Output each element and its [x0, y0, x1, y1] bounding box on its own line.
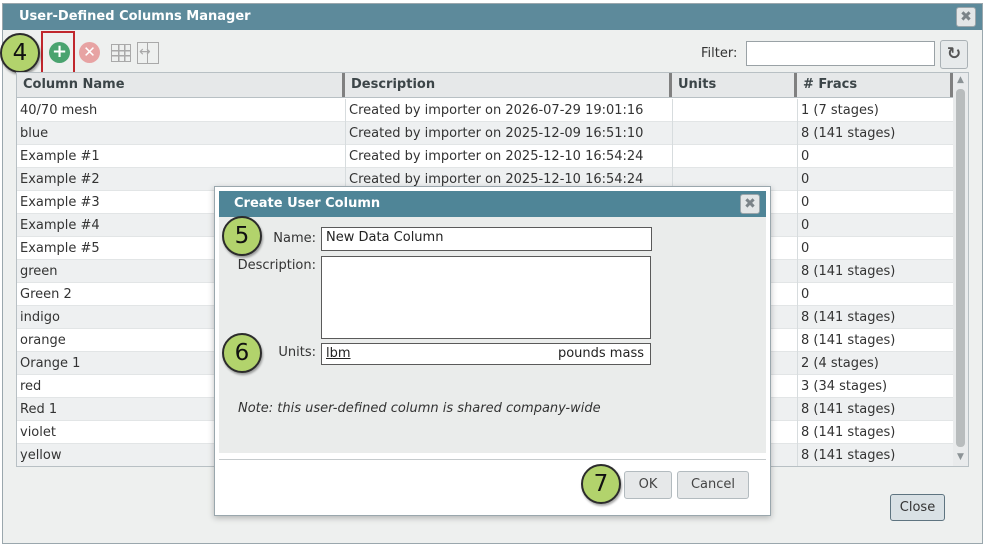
ok-button[interactable]: OK: [624, 471, 672, 499]
cell-fracs: 0: [797, 191, 953, 214]
shared-note: Note: this user-defined column is shared…: [238, 401, 601, 416]
cell-fracs: 0: [797, 283, 953, 306]
cell-units: [672, 145, 797, 168]
highlight-box: [41, 31, 75, 78]
cell-column-name: blue: [20, 126, 49, 141]
window-title: User-Defined Columns Manager: [3, 4, 982, 30]
name-field[interactable]: New Data Column: [321, 227, 652, 251]
cell-column-name: 40/70 mesh: [20, 103, 98, 118]
delete-icon: ✕: [79, 42, 100, 63]
cell-fracs: 8 (141 stages): [797, 421, 953, 444]
create-user-column-dialog: Create User Column ✖ Name: New Data Colu…: [214, 186, 771, 516]
units-description: pounds mass: [557, 346, 644, 361]
scroll-thumb[interactable]: [956, 89, 965, 447]
units-value: lbm: [326, 346, 351, 361]
fit-columns-button[interactable]: [134, 36, 162, 66]
callout-6: 6: [222, 333, 262, 373]
refresh-icon: ↻: [946, 44, 962, 64]
delete-column-button[interactable]: ✕: [74, 36, 102, 66]
description-label: Description:: [237, 258, 316, 273]
dialog-separator: [219, 459, 766, 460]
cell-fracs: 0: [797, 168, 953, 191]
cell-description: Created by importer on 2025-12-10 16:54:…: [345, 145, 672, 168]
cell-fracs: 8 (141 stages): [797, 260, 953, 283]
grid-view-button[interactable]: [107, 36, 135, 66]
table-row[interactable]: blue Created by importer on 2025-12-09 16…: [17, 122, 953, 145]
dialog-body: Name: New Data Column Description: Units…: [219, 217, 766, 453]
cell-fracs: 8 (141 stages): [797, 306, 953, 329]
cell-fracs: 0: [797, 214, 953, 237]
scroll-down-icon[interactable]: ▼: [955, 452, 966, 464]
filter-label: Filter:: [701, 46, 738, 61]
description-field[interactable]: [321, 256, 651, 339]
header-column-name[interactable]: Column Name: [17, 73, 345, 97]
units-field[interactable]: lbm pounds mass: [321, 343, 651, 365]
cell-units: [672, 99, 797, 122]
cell-fracs: 1 (7 stages): [797, 99, 953, 122]
grid-header: Column Name Description Units # Fracs: [17, 73, 953, 98]
cell-units: [672, 122, 797, 145]
header-units[interactable]: Units: [672, 73, 797, 97]
cell-description: Created by importer on 2026-07-29 19:01:…: [345, 99, 672, 122]
cell-fracs: 8 (141 stages): [797, 329, 953, 352]
cell-fracs: 8 (141 stages): [797, 122, 953, 145]
cell-fracs: 8 (141 stages): [797, 398, 953, 421]
dialog-close-button[interactable]: ✖: [740, 194, 760, 214]
cell-fracs: 0: [797, 237, 953, 260]
cell-fracs: 8 (141 stages): [797, 444, 953, 466]
cancel-button[interactable]: Cancel: [677, 471, 749, 499]
callout-7: 7: [581, 464, 621, 504]
filter-input[interactable]: [746, 41, 935, 66]
callout-4: 4: [0, 33, 40, 73]
close-button[interactable]: Close: [890, 494, 945, 521]
scroll-up-icon[interactable]: ▲: [955, 75, 966, 87]
cell-fracs: 2 (4 stages): [797, 352, 953, 375]
header-fracs[interactable]: # Fracs: [797, 73, 953, 97]
dialog-title: Create User Column: [219, 191, 766, 217]
table-row[interactable]: 40/70 mesh Created by importer on 2026-07…: [17, 99, 953, 122]
window-close-button[interactable]: ✖: [956, 7, 976, 27]
grid-scrollbar[interactable]: ▲ ▼: [953, 73, 968, 466]
fit-columns-icon: [137, 42, 159, 64]
callout-5: 5: [222, 216, 262, 256]
refresh-button[interactable]: ↻: [940, 40, 968, 69]
table-row[interactable]: Example #1 Created by importer on 2025-12…: [17, 145, 953, 168]
header-description[interactable]: Description: [345, 73, 672, 97]
cell-column-name: Example #1: [20, 149, 100, 164]
cell-fracs: 3 (34 stages): [797, 375, 953, 398]
cell-description: Created by importer on 2025-12-09 16:51:…: [345, 122, 672, 145]
grid-icon: [111, 44, 131, 62]
cell-fracs: 0: [797, 145, 953, 168]
